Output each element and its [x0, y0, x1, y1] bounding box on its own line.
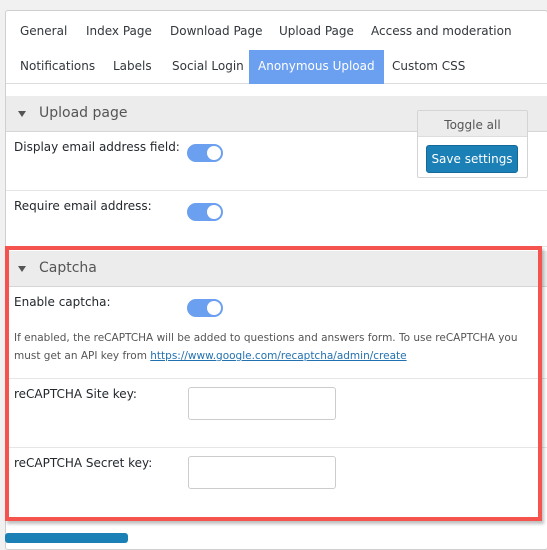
secret-key-label: reCAPTCHA Secret key: — [14, 456, 153, 470]
require-email-toggle[interactable] — [187, 203, 223, 221]
toggle-all-button[interactable]: Toggle all — [418, 111, 527, 137]
display-email-label: Display email address field: — [14, 140, 180, 154]
site-key-input[interactable] — [188, 387, 336, 420]
site-key-label: reCAPTCHA Site key: — [14, 387, 137, 401]
captcha-help-text: If enabled, the reCAPTCHA will be added … — [14, 329, 544, 365]
bottom-save-button[interactable] — [5, 533, 128, 543]
recaptcha-admin-link[interactable]: https://www.google.com/recaptcha/admin/c… — [150, 350, 406, 362]
section-title: Upload page — [39, 105, 128, 121]
tab-general[interactable]: General — [11, 15, 76, 48]
require-email-label: Require email address: — [14, 199, 152, 213]
tab-upload-page[interactable]: Upload Page — [270, 15, 363, 48]
enable-captcha-label: Enable captcha: — [14, 295, 111, 309]
captcha-section-header[interactable]: Captcha — [6, 251, 547, 287]
tab-index-page[interactable]: Index Page — [77, 15, 161, 48]
tab-download-page[interactable]: Download Page — [161, 15, 272, 48]
tab-anonymous-upload[interactable]: Anonymous Upload — [249, 50, 384, 84]
secret-key-row: reCAPTCHA Secret key: — [6, 448, 547, 518]
floating-actions: Toggle all Save settings — [417, 110, 528, 178]
tab-custom-css[interactable]: Custom CSS — [383, 50, 474, 83]
collapse-caret-icon — [18, 266, 26, 272]
tab-notifications[interactable]: Notifications — [11, 50, 104, 83]
require-email-row: Require email address: — [6, 191, 547, 247]
tab-bar: General Index Page Download Page Upload … — [6, 11, 547, 84]
save-settings-button[interactable]: Save settings — [426, 145, 518, 173]
secret-key-input[interactable] — [188, 456, 336, 489]
settings-panel: General Index Page Download Page Upload … — [5, 10, 547, 550]
site-key-row: reCAPTCHA Site key: — [6, 379, 547, 448]
section-title: Captcha — [39, 260, 97, 276]
tab-labels[interactable]: Labels — [104, 50, 161, 83]
display-email-toggle[interactable] — [187, 144, 223, 162]
tab-access-moderation[interactable]: Access and moderation — [362, 15, 521, 48]
tab-social-login[interactable]: Social Login — [163, 50, 253, 83]
enable-captcha-toggle[interactable] — [187, 299, 223, 317]
collapse-caret-icon — [18, 111, 26, 117]
enable-captcha-row: Enable captcha: If enabled, the reCAPTCH… — [6, 287, 547, 379]
